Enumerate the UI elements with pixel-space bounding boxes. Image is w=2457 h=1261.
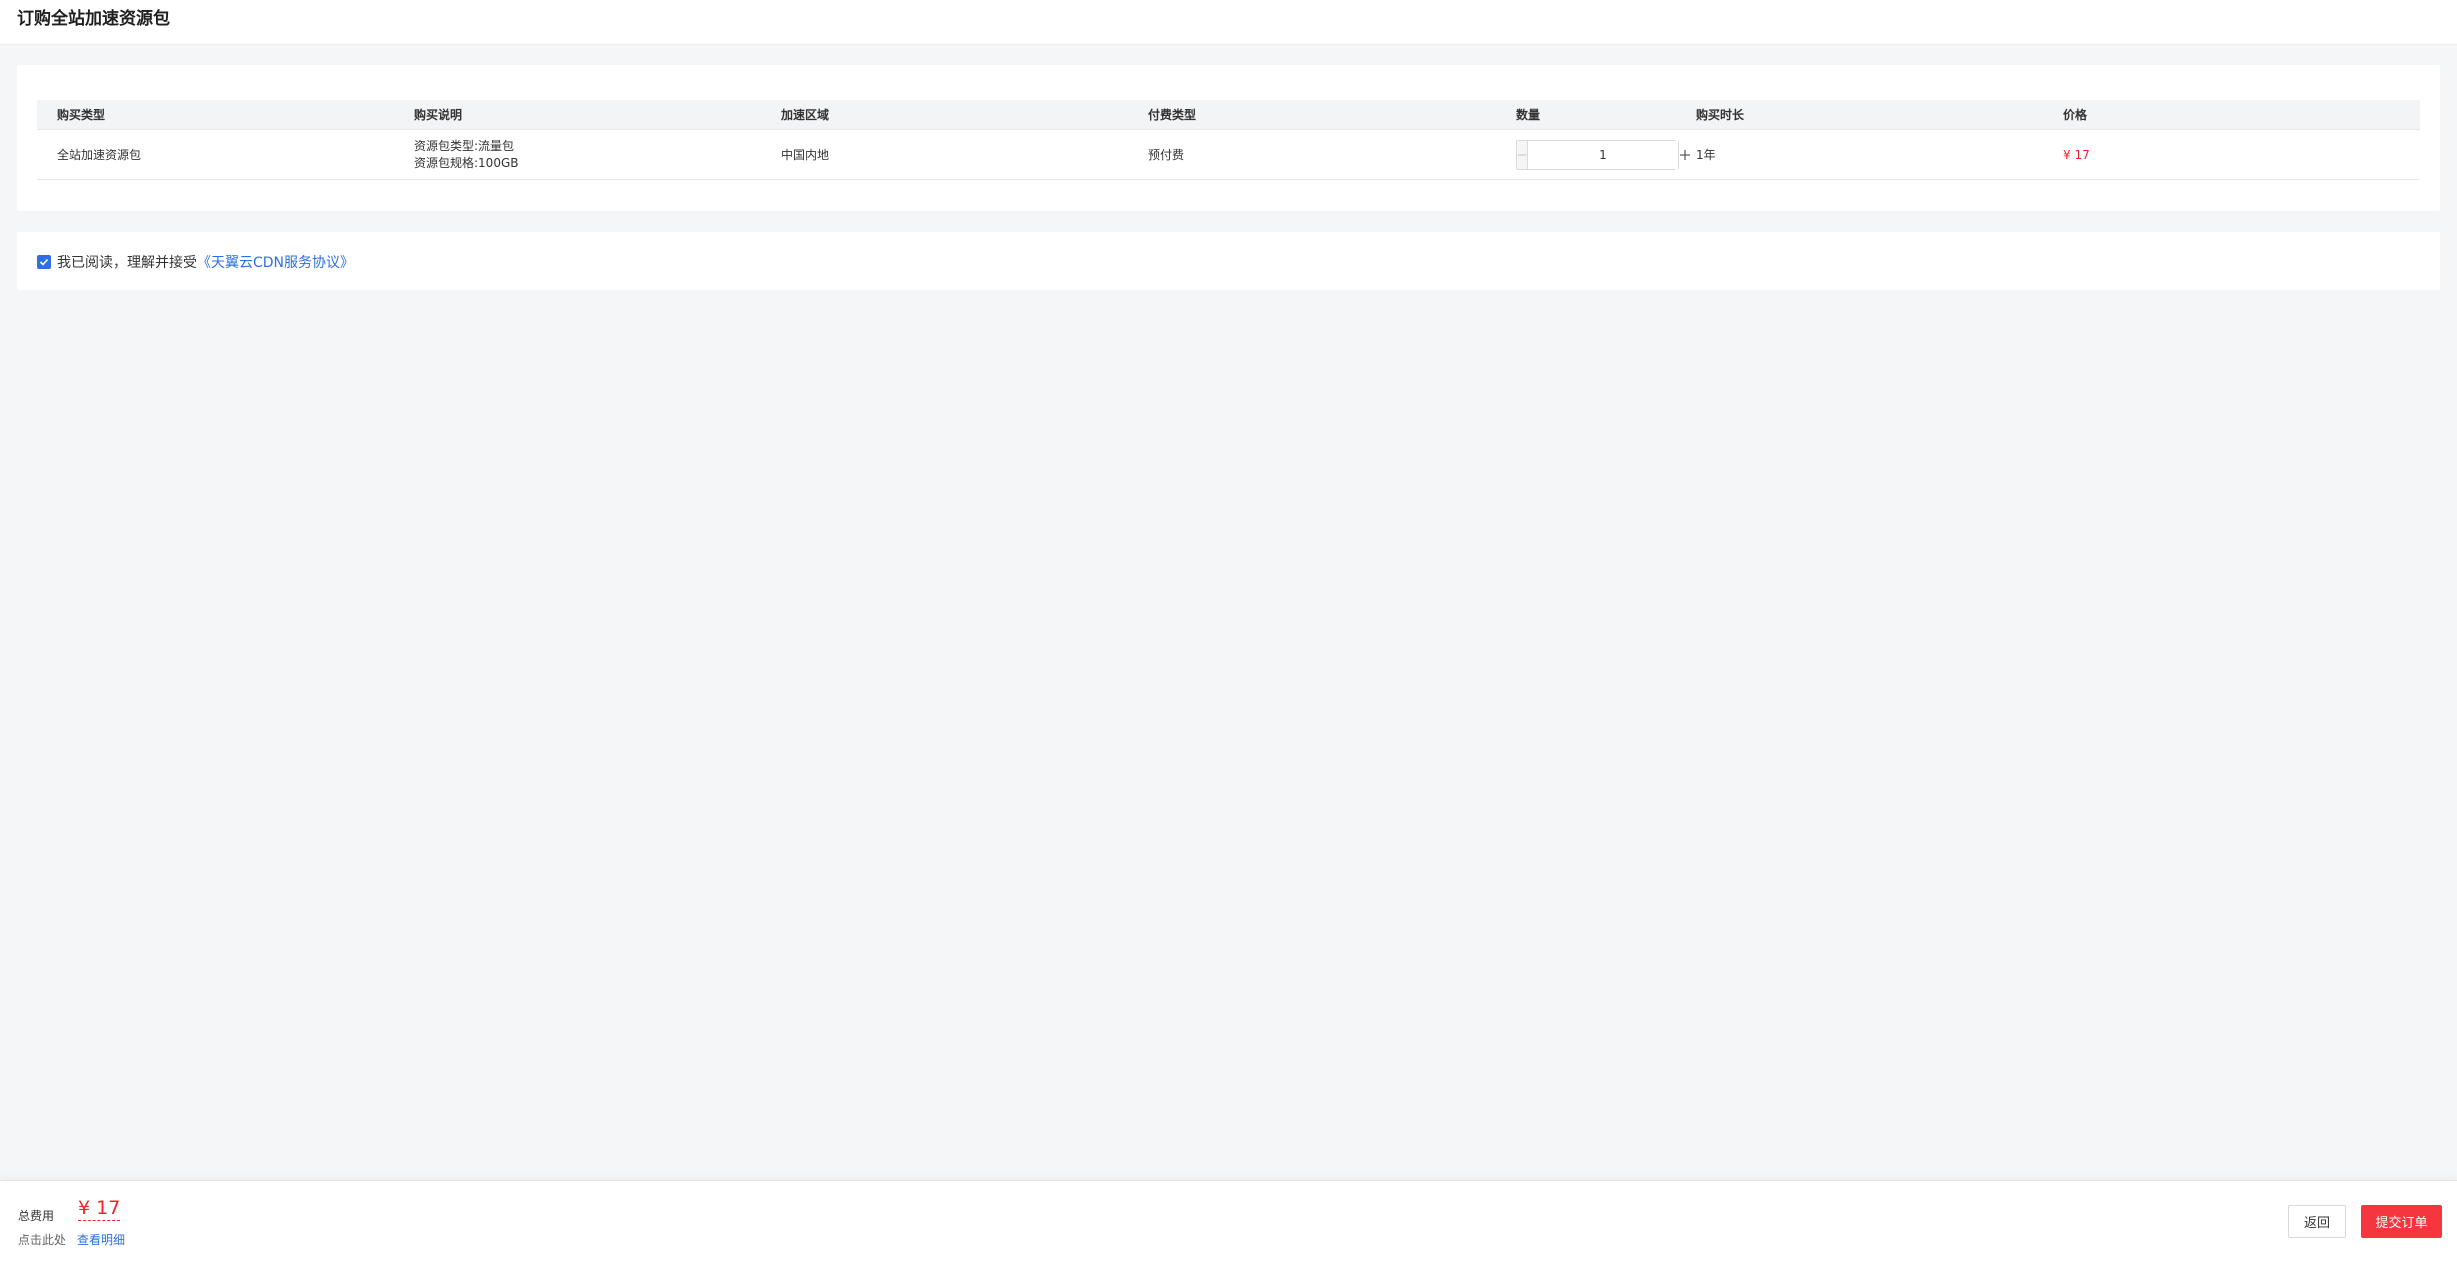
submit-order-button[interactable]: 提交订单 — [2361, 1205, 2442, 1238]
back-button[interactable]: 返回 — [2288, 1205, 2346, 1238]
header-price: 价格 — [2063, 108, 2088, 122]
cell-purchase-type: 全站加速资源包 — [57, 148, 142, 162]
view-details-link[interactable]: 查看明细 — [77, 1231, 125, 1248]
table-row: 全站加速资源包 资源包类型:流量包 资源包规格:100GB 中国内地 预付费 1… — [37, 130, 2420, 180]
description-spec: 资源包规格:100GB — [414, 155, 519, 170]
increment-button[interactable] — [1678, 140, 1691, 169]
total-value: ¥ 17 — [78, 1197, 121, 1221]
quantity-input[interactable] — [1528, 140, 1678, 169]
header-region: 加速区域 — [781, 108, 830, 122]
order-table: 购买类型 购买说明 加速区域 付费类型 数量 购买时长 价格 全站加速资源包 资… — [37, 100, 2420, 180]
top-bar: 订购全站加速资源包 — [0, 0, 2457, 45]
description-type: 资源包类型:流量包 — [414, 138, 515, 153]
header-duration: 购买时长 — [1696, 108, 1745, 122]
agreement-card: 我已阅读，理解并接受 《天翼云CDN服务协议》 — [17, 232, 2440, 290]
footer-bar: 总费用 ¥ 17 点击此处 查看明细 返回 提交订单 — [0, 1180, 2457, 1261]
cell-description: 资源包类型:流量包 资源包规格:100GB — [414, 130, 518, 179]
plus-icon — [1680, 149, 1690, 160]
cell-duration: 1年 — [1696, 148, 1716, 162]
agreement-checkbox[interactable] — [37, 255, 51, 269]
header-quantity: 数量 — [1516, 108, 1541, 122]
agreement-text: 我已阅读，理解并接受 — [57, 255, 197, 271]
cell-region: 中国内地 — [781, 148, 830, 162]
total-label: 总费用 — [18, 1209, 55, 1223]
check-icon — [39, 258, 49, 266]
agreement-row: 我已阅读，理解并接受 《天翼云CDN服务协议》 — [37, 252, 354, 272]
header-purchase-type: 购买类型 — [57, 108, 106, 122]
agreement-link[interactable]: 《天翼云CDN服务协议》 — [197, 252, 354, 272]
header-payment-type: 付费类型 — [1148, 108, 1197, 122]
minus-icon — [1518, 154, 1526, 155]
header-description: 购买说明 — [414, 108, 463, 122]
cell-quantity — [1516, 130, 1691, 179]
page-title: 订购全站加速资源包 — [17, 9, 170, 29]
order-table-card: 购买类型 购买说明 加速区域 付费类型 数量 购买时长 价格 全站加速资源包 资… — [17, 65, 2440, 211]
cell-payment-type: 预付费 — [1148, 148, 1185, 162]
detail-hint: 点击此处 — [18, 1233, 67, 1247]
decrement-button[interactable] — [1517, 140, 1528, 169]
quantity-stepper[interactable] — [1516, 139, 1691, 170]
cell-price: ¥ 17 — [2063, 147, 2090, 162]
table-header: 购买类型 购买说明 加速区域 付费类型 数量 购买时长 价格 — [37, 100, 2420, 130]
